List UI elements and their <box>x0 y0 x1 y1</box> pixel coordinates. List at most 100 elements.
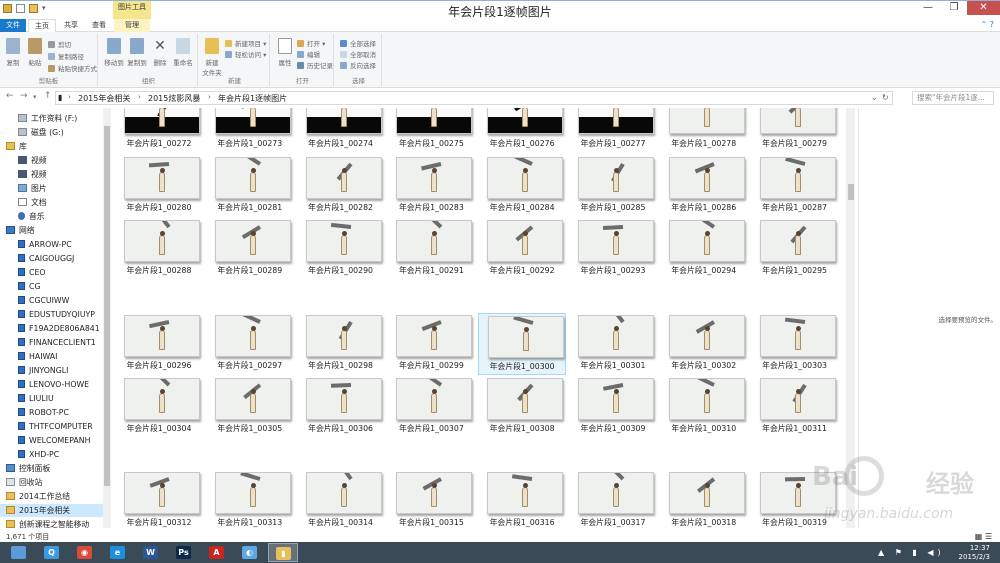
nav-item[interactable]: CEO <box>0 266 103 279</box>
file-tile[interactable]: 年会片段1_00309 <box>569 376 657 438</box>
file-tile[interactable]: 年会片段1_00288 <box>115 218 203 280</box>
file-tile[interactable]: 年会片段1_00298 <box>297 313 385 375</box>
file-tile[interactable]: 年会片段1_00289 <box>206 218 294 280</box>
file-tile[interactable]: 年会片段1_00306 <box>297 376 385 438</box>
nav-item[interactable]: FINANCECLIENT1 <box>0 336 103 349</box>
file-tile[interactable]: 年会片段1_00299 <box>387 313 475 375</box>
taskbar-paint[interactable]: ◐ <box>235 543 265 562</box>
file-tile[interactable]: 年会片段1_00292 <box>478 218 566 280</box>
chevron-right-icon[interactable]: › <box>68 93 71 101</box>
copy-to-button[interactable]: 复制到 <box>126 38 148 67</box>
nav-item[interactable]: THTFCOMPUTER <box>0 420 103 433</box>
breadcrumb-item[interactable]: 年会片段1逐帧图片 <box>218 93 287 104</box>
file-tile[interactable]: 年会片段1_00308 <box>478 376 566 438</box>
nav-item[interactable]: 工作资料 (F:) <box>0 112 103 125</box>
edit-button[interactable]: 编辑 <box>297 49 320 59</box>
tab-manage[interactable]: 管理 <box>114 19 150 32</box>
file-tile[interactable]: 年会片段1_00300 <box>478 313 567 375</box>
taskbar-chrome[interactable]: ◉ <box>70 543 100 562</box>
close-button[interactable]: ✕ <box>967 1 1000 15</box>
taskbar-ie[interactable]: e <box>103 543 133 562</box>
address-bar[interactable]: ▮ › 2015年会相关 › 2015炫影风暴 › 年会片段1逐帧图片 ⌄ ↻ <box>55 91 893 105</box>
rename-button[interactable]: 重命名 <box>172 38 194 67</box>
taskbar-file-explorer[interactable]: ▮ <box>268 543 298 562</box>
nav-item[interactable]: 文档 <box>0 196 103 209</box>
file-tile[interactable]: 年会片段1_00287 <box>751 155 839 217</box>
clock[interactable]: 12:37 2015/2/3 <box>959 544 990 561</box>
nav-item[interactable]: 音乐 <box>0 210 103 223</box>
refresh-icon[interactable]: ↻ <box>882 93 889 102</box>
properties-button[interactable]: 属性 <box>274 38 296 67</box>
forward-button[interactable]: → <box>20 91 28 101</box>
address-dropdown-icon[interactable]: ⌄ <box>871 93 878 102</box>
copy-path-button[interactable]: 复制路径 <box>48 51 84 61</box>
up-button[interactable]: ↑ <box>44 91 52 101</box>
nav-item[interactable]: XHD-PC <box>0 448 103 461</box>
file-tile[interactable]: 年会片段1_00316 <box>478 470 566 528</box>
file-tile[interactable]: 年会片段1_00297 <box>206 313 294 375</box>
paste-button[interactable]: 粘贴 <box>24 38 46 67</box>
nav-item[interactable]: F19A2DE806A841 <box>0 322 103 335</box>
file-tile[interactable]: 年会片段1_00282 <box>297 155 385 217</box>
file-tile[interactable]: 年会片段1_00317 <box>569 470 657 528</box>
file-tile[interactable]: 年会片段1_00284 <box>478 155 566 217</box>
select-none-button[interactable]: 全部取消 <box>340 49 376 59</box>
nav-item[interactable]: 库 <box>0 140 103 153</box>
file-tile[interactable]: 年会片段1_00301 <box>569 313 657 375</box>
file-tile[interactable]: 年会片段1_00281 <box>206 155 294 217</box>
file-tile[interactable]: 年会片段1_00313 <box>206 470 294 528</box>
taskbar-acrobat[interactable]: A <box>202 543 232 562</box>
nav-item[interactable]: 网络 <box>0 224 103 237</box>
back-button[interactable]: ← <box>6 91 14 101</box>
file-tile[interactable]: 年会片段1_00305 <box>206 376 294 438</box>
nav-item[interactable]: ROBOT-PC <box>0 406 103 419</box>
file-tile[interactable]: 年会片段1_00285 <box>569 155 657 217</box>
nav-scroll-thumb[interactable] <box>104 126 110 486</box>
nav-item[interactable]: CAIGOUGGJ <box>0 252 103 265</box>
file-tile[interactable]: 年会片段1_00296 <box>115 313 203 375</box>
paste-shortcut-button[interactable]: 粘贴快捷方式 <box>48 63 97 73</box>
move-to-button[interactable]: 移动到 <box>103 38 125 67</box>
easy-access-button[interactable]: 轻松访问 ▾ <box>225 49 266 59</box>
tab-file[interactable]: 文件 <box>0 19 26 32</box>
nav-item[interactable]: CG <box>0 280 103 293</box>
nav-item[interactable]: 视频 <box>0 154 103 167</box>
chevron-right-icon[interactable]: › <box>138 93 141 101</box>
select-all-button[interactable]: 全部选择 <box>340 38 376 48</box>
history-button[interactable]: 历史记录 <box>297 60 333 70</box>
cut-button[interactable]: 剪切 <box>48 39 71 49</box>
file-tile[interactable]: 年会片段1_00312 <box>115 470 203 528</box>
nav-item[interactable]: 创新课程之智能移动 <box>0 518 103 528</box>
breadcrumb-item[interactable]: 2015炫影风暴 <box>148 93 200 104</box>
taskbar-explorer-start[interactable] <box>4 543 34 562</box>
help-icon[interactable]: ⌃ ? <box>981 20 995 29</box>
breadcrumb-item[interactable]: 2015年会相关 <box>78 93 130 104</box>
search-input[interactable]: 搜索"年会片段1逐... <box>912 91 994 105</box>
nav-item[interactable]: CGCUIWW <box>0 294 103 307</box>
maximize-button[interactable]: ❐ <box>941 1 967 15</box>
tab-view[interactable]: 查看 <box>86 19 112 32</box>
content-scrollbar[interactable] <box>846 108 855 528</box>
tab-home[interactable]: 主页 <box>28 19 56 32</box>
file-tile[interactable]: 年会片段1_00302 <box>660 313 748 375</box>
nav-item[interactable]: 2014工作总结 <box>0 490 103 503</box>
nav-item[interactable]: 图片 <box>0 182 103 195</box>
file-tile[interactable]: 年会片段1_00286 <box>660 155 748 217</box>
nav-item[interactable]: 2015年会相关 <box>0 504 103 517</box>
nav-item[interactable]: ARROW-PC <box>0 238 103 251</box>
file-tile[interactable]: 年会片段1_00303 <box>751 313 839 375</box>
nav-scrollbar[interactable] <box>103 108 111 528</box>
nav-item[interactable]: EDUSTUDYQIUYP <box>0 308 103 321</box>
nav-item[interactable]: 磁盘 (G:) <box>0 126 103 139</box>
file-tile[interactable]: 年会片段1_00291 <box>387 218 475 280</box>
file-tile[interactable]: 年会片段1_00311 <box>751 376 839 438</box>
taskbar-photoshop[interactable]: Ps <box>169 543 199 562</box>
nav-item[interactable]: LENOVO-HOWE <box>0 378 103 391</box>
nav-item[interactable]: LIULIU <box>0 392 103 405</box>
invert-selection-button[interactable]: 反向选择 <box>340 60 376 70</box>
nav-item[interactable]: JINYONGLI <box>0 364 103 377</box>
content-scroll-thumb[interactable] <box>848 184 854 200</box>
file-tile[interactable]: 年会片段1_00307 <box>387 376 475 438</box>
file-tile[interactable]: 年会片段1_00315 <box>387 470 475 528</box>
new-folder-button[interactable]: 新建 文件夹 <box>202 38 222 77</box>
